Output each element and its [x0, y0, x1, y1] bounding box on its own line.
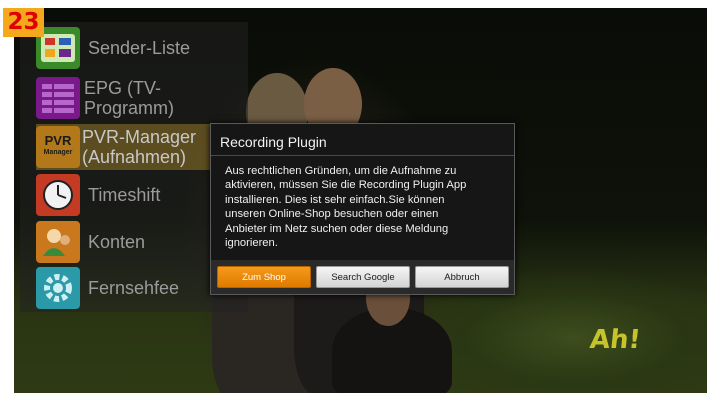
dialog-button-bar: Zum Shop Search Google Abbruch: [211, 260, 514, 294]
search-google-button[interactable]: Search Google: [316, 266, 410, 288]
pvr-manager-icon: PVR Manager: [36, 126, 80, 168]
dialog-title: Recording Plugin: [220, 134, 327, 150]
recording-plugin-dialog: Recording Plugin Aus rechtlichen Gründen…: [210, 123, 515, 295]
screenshot-number-badge: 23: [3, 8, 44, 37]
menu-item-label: PVR-Manager (Aufnahmen): [82, 127, 197, 167]
dialog-message: Aus rechtlichen Gründen, um die Aufnahme…: [225, 165, 467, 250]
epg-grid-icon: [36, 77, 80, 119]
pvr-icon-subtext: Manager: [43, 149, 73, 156]
gear-icon: [36, 267, 80, 309]
menu-item-label: Sender-Liste: [88, 38, 191, 58]
menu-item-label: Timeshift: [88, 185, 161, 205]
clock-icon: [36, 174, 80, 216]
zum-shop-button[interactable]: Zum Shop: [217, 266, 311, 288]
menu-item-label: Konten: [88, 232, 146, 252]
menu-item-sender-liste[interactable]: Sender-Liste: [36, 27, 268, 69]
menu-item-pvr-manager[interactable]: PVR Manager PVR-Manager (Aufnahmen): [36, 124, 211, 170]
channel-logo: Ah!: [588, 325, 643, 355]
accounts-icon: [36, 221, 80, 263]
menu-item-label: EPG (TV- Programm): [84, 78, 175, 118]
abbruch-button[interactable]: Abbruch: [415, 266, 509, 288]
pvr-icon-text: PVR: [44, 133, 72, 148]
menu-item-label: Fernsehfee: [88, 278, 180, 298]
dialog-divider: [211, 155, 514, 156]
menu-item-epg[interactable]: EPG (TV- Programm): [36, 75, 268, 121]
